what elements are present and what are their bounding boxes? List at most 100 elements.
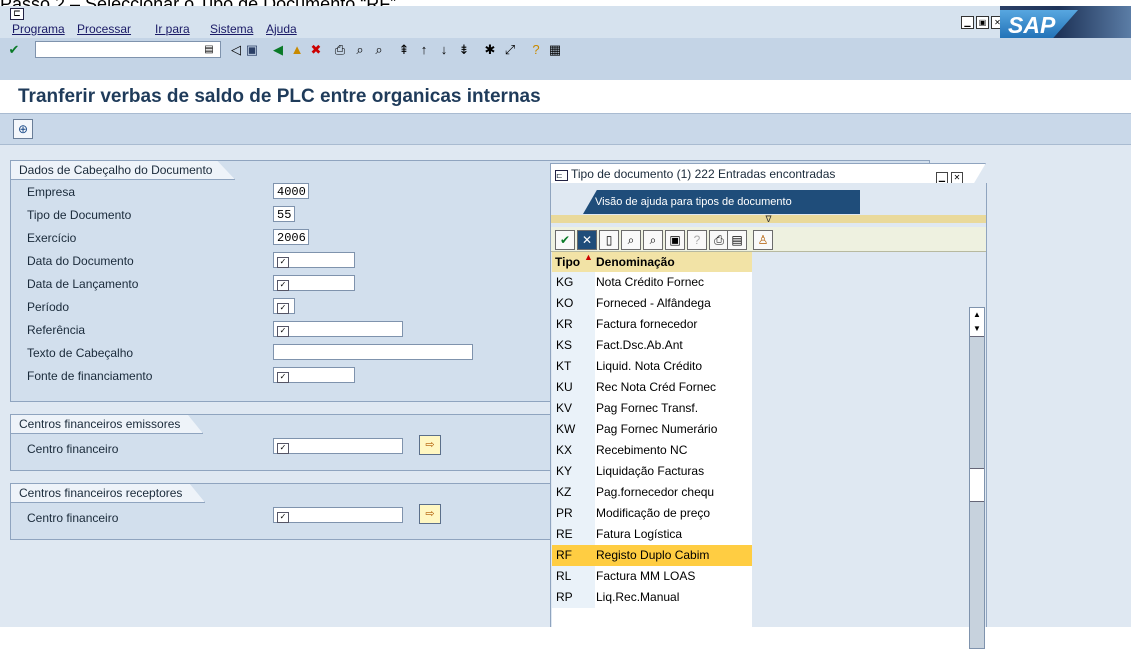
row-code: RE [552,524,595,545]
info-icon[interactable]: ? [687,230,707,250]
row-name: Recebimento NC [596,443,688,457]
menu-ajuda[interactable]: Ajuda [266,22,297,36]
table-row[interactable]: KV Pag Fornec Transf. [552,398,752,419]
menu-sistema[interactable]: Sistema [210,22,253,36]
row-code: KZ [552,482,595,503]
row-name: Pag Fornec Numerário [596,422,718,436]
exit-icon[interactable]: ▲ [289,42,305,58]
vertical-scrollbar[interactable]: ▲ ▼ [969,307,985,649]
field-label: Tipo de Documento [27,208,132,222]
find-next-icon[interactable]: ⌕ [371,42,387,58]
fiscal-year-field[interactable]: 2006 [273,229,309,245]
menu-programa[interactable]: Programa [12,22,65,36]
scroll-down-icon[interactable]: ▼ [970,322,984,337]
new-session-icon[interactable]: ✱ [482,42,498,58]
group-title: Centros financeiros emissores [11,415,204,434]
layout-menu-icon[interactable]: ▦ [547,42,563,58]
previous-page-icon[interactable]: ↑ [416,42,432,58]
new-entry-icon[interactable]: ▯ [599,230,619,250]
row-name: Liquidação Facturas [596,464,705,478]
table-row[interactable]: RE Fatura Logística [552,524,752,545]
multiple-selection-button[interactable]: ⇨ [419,435,441,455]
empresa-field[interactable]: 4000 [273,183,309,199]
table-row[interactable]: KR Factura fornecedor [552,314,752,335]
field-label: Período [27,300,70,314]
row-name: Forneced - Alfândega [596,296,711,310]
posting-date-field[interactable]: ✓ [273,275,355,291]
column-header-name[interactable]: Denominação [596,252,675,272]
cancel-icon[interactable]: ✕ [577,230,597,250]
table-row[interactable]: KO Forneced - Alfândega [552,293,752,314]
required-check-icon: ✓ [277,326,289,337]
personal-list-icon[interactable]: ♙ [753,230,773,250]
popup-title: Tipo de documento (1) 222 Entradas encon… [571,167,836,181]
field-label: Empresa [27,185,76,199]
period-field[interactable]: ✓ [273,298,295,314]
table-row[interactable]: KS Fact.Dsc.Ab.Ant [552,335,752,356]
menu-ir-para[interactable]: Ir para [155,22,190,36]
row-code: KU [552,377,595,398]
find-icon[interactable]: ⌕ [352,42,368,58]
reference-field[interactable]: ✓ [273,321,403,337]
print-icon[interactable]: ⎙ [709,230,729,250]
field-label: Exercício [27,231,77,245]
required-check-icon: ✓ [277,257,289,268]
menu-bar: ⊏ Programa Processar Ir para Sistema Aju… [0,6,1131,44]
table-row[interactable]: RP Liq.Rec.Manual [552,587,752,608]
first-page-icon[interactable]: ⇞ [396,42,412,58]
confirm-icon[interactable]: ✔ [555,230,575,250]
find-next-icon[interactable]: ⌕ [643,230,663,250]
multiple-selection-button[interactable]: ⇨ [419,504,441,524]
row-name: Liq.Rec.Manual [596,590,680,604]
row-code: KG [552,272,595,293]
table-row[interactable]: KU Rec Nota Créd Fornec [552,377,752,398]
row-code: KT [552,356,595,377]
popup-title-bar: ⊏ Tipo de documento (1) 222 Entradas enco… [550,163,986,185]
help-view-tab[interactable]: Visão de ajuda para tipos de documento [583,190,860,214]
help-icon[interactable]: ? [528,42,544,58]
restrictions-toggle[interactable]: ∇ [551,215,986,224]
table-row[interactable]: PR Modificação de preço [552,503,752,524]
document-type-field[interactable]: 55 [273,206,295,222]
execute-button[interactable]: ⊕ [13,119,33,139]
row-code: RL [552,566,595,587]
table-row[interactable]: KT Liquid. Nota Crédito [552,356,752,377]
cancel-icon[interactable]: ✖ [308,42,324,58]
print-icon[interactable]: ⎙ [332,42,348,58]
back-arrow-icon[interactable]: ◁ [228,42,244,58]
table-row[interactable]: KW Pag Fornec Numerário [552,419,752,440]
scroll-up-icon[interactable]: ▲ [970,308,984,323]
table-row[interactable]: RF Registo Duplo Cabim [552,545,752,566]
issuer-center-field[interactable]: ✓ [273,438,403,454]
history-dropdown-icon[interactable]: ▤ [201,42,217,58]
header-text-field[interactable] [273,344,473,360]
table-row[interactable]: KY Liquidação Facturas [552,461,752,482]
required-check-icon: ✓ [277,280,289,291]
settings-icon[interactable]: ▣ [665,230,685,250]
row-code: KW [552,419,595,440]
receiver-center-field[interactable]: ✓ [273,507,403,523]
table-row[interactable]: KX Recebimento NC [552,440,752,461]
row-code: KX [552,440,595,461]
enter-icon[interactable]: ✔ [6,42,22,58]
maximize-icon[interactable]: ▣ [976,16,989,29]
print-options-icon[interactable]: ▤ [727,230,747,250]
command-field[interactable] [35,41,221,58]
popup-menu-icon[interactable]: ⊏ [555,170,568,181]
table-row[interactable]: KZ Pag.fornecedor chequ [552,482,752,503]
minimize-icon[interactable]: ▁ [961,16,974,29]
funding-source-field[interactable]: ✓ [273,367,355,383]
last-page-icon[interactable]: ⇟ [456,42,472,58]
shortcut-icon[interactable]: ⤢ [502,42,518,58]
table-row[interactable]: RL Factura MM LOAS [552,566,752,587]
scroll-thumb[interactable] [970,468,984,502]
column-header-code[interactable]: Tipo [555,252,580,272]
next-page-icon[interactable]: ↓ [436,42,452,58]
document-date-field[interactable]: ✓ [273,252,355,268]
find-icon[interactable]: ⌕ [621,230,641,250]
system-menu-icon[interactable]: ⊏ [10,8,24,20]
table-row[interactable]: KG Nota Crédito Fornec [552,272,752,293]
save-icon[interactable]: ▣ [244,42,260,58]
menu-processar[interactable]: Processar [77,22,131,36]
back-icon[interactable]: ◀ [270,42,286,58]
